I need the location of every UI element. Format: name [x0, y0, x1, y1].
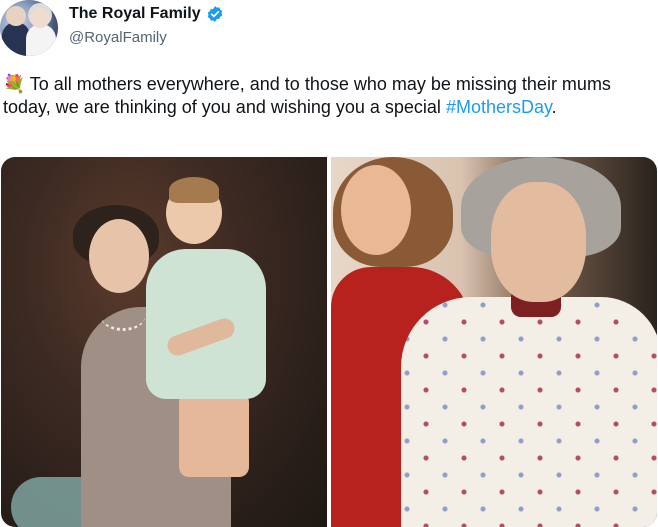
photo-detail	[89, 219, 149, 293]
photo-detail	[491, 182, 586, 302]
photo-detail	[401, 297, 657, 527]
avatar-figure-head	[30, 8, 50, 28]
avatar-figure	[26, 24, 56, 56]
photo-two-women[interactable]	[331, 157, 657, 527]
photo-detail	[101, 302, 145, 331]
avatar-figure-head	[6, 6, 26, 26]
author-avatar[interactable]	[0, 0, 58, 56]
photo-detail	[169, 177, 219, 203]
verified-badge-icon	[207, 6, 222, 22]
author-handle[interactable]: @RoyalFamily	[69, 29, 167, 46]
author-name-row: The Royal Family	[69, 5, 224, 23]
photo-detail	[341, 165, 411, 255]
photo-mother-with-child[interactable]	[1, 157, 327, 527]
author-display-name[interactable]: The Royal Family	[69, 5, 201, 23]
photo-detail	[179, 392, 249, 477]
bouquet-icon: 💐	[3, 74, 26, 94]
tweet-text: 💐 To all mothers everywhere, and to thos…	[3, 73, 653, 119]
media-grid	[1, 157, 657, 527]
hashtag-link[interactable]: #MothersDay	[446, 97, 552, 117]
tweet-trailing: .	[551, 97, 557, 117]
